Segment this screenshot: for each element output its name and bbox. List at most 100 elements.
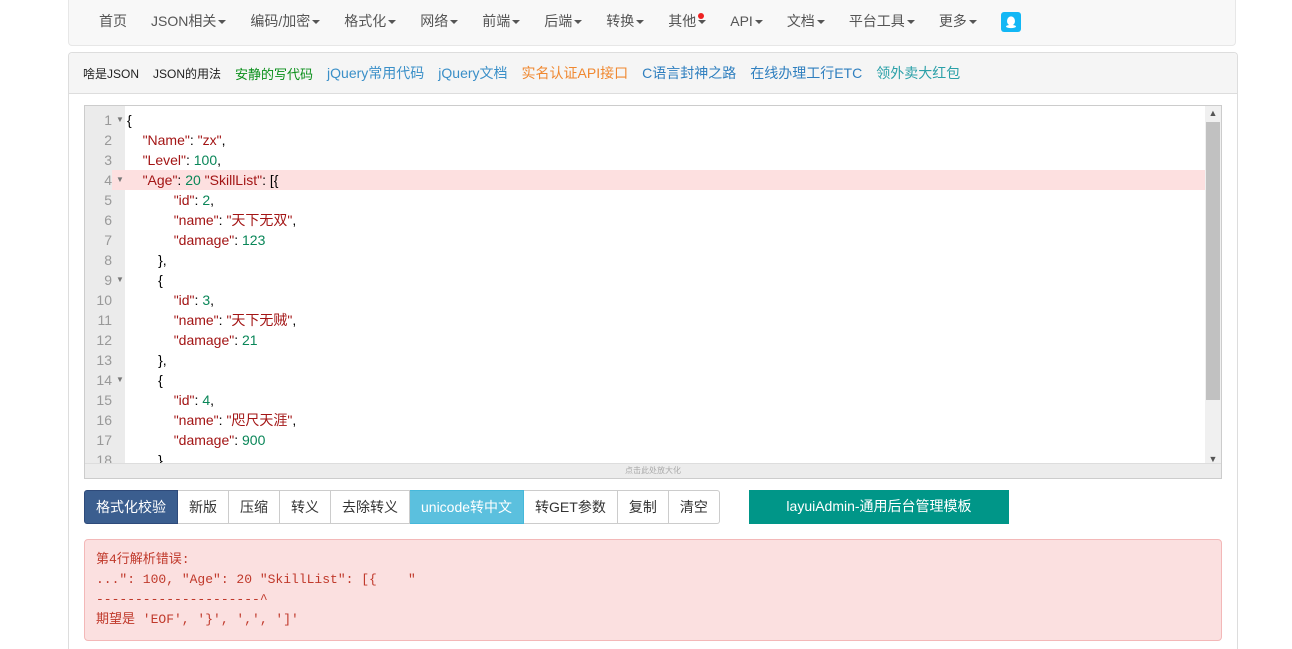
fold-arrow-icon[interactable]: ▼ (116, 170, 124, 190)
code-line[interactable]: 3 "Level": 100, (85, 150, 1205, 170)
line-number: 10 (96, 292, 112, 308)
quick-link-5[interactable]: 实名认证API接口 (522, 63, 629, 83)
line-number: 4 (85, 170, 112, 190)
code-line[interactable]: 10 "id": 3, (85, 290, 1205, 310)
quick-link-4[interactable]: jQuery文档 (438, 63, 507, 83)
error-line: 第4行解析错误: (96, 552, 190, 567)
quick-link-8[interactable]: 领外卖大红包 (876, 63, 960, 83)
qq-icon[interactable] (1000, 12, 1021, 33)
code-line[interactable]: 16 "name": "咫尺天涯", (85, 410, 1205, 430)
code-line[interactable]: 2 "Name": "zx", (85, 130, 1205, 150)
line-text: "damage": 123 (173, 232, 266, 248)
caret-down-icon (698, 20, 707, 25)
code-line-error[interactable]: 4 ▼ "Age": 20 "SkillList": [{ (85, 170, 1205, 190)
code-line[interactable]: 15 "id": 4, (85, 390, 1205, 410)
copy-button[interactable]: 复制 (617, 490, 669, 524)
nav-item-6[interactable]: 后端 (532, 0, 594, 44)
nav-item-8[interactable]: 其他 (656, 0, 718, 44)
line-number: 8 (104, 252, 112, 268)
nav-list: 首页 JSON相关 编码/加密 格式化 网络 前端 后端 转换 其他 API 文档 平台工具 更多 (87, 0, 1033, 44)
nav-item-5[interactable]: 前端 (470, 0, 532, 44)
nav-item-label: 网络 (420, 13, 449, 29)
to-get-params-button[interactable]: 转GET参数 (524, 490, 618, 524)
line-number: 17 (96, 432, 112, 448)
code-line[interactable]: 8 }, (85, 250, 1205, 270)
quick-link-2[interactable]: 安静的写代码 (235, 64, 313, 83)
quick-link-7[interactable]: 在线办理工行ETC (750, 63, 862, 83)
fold-arrow-icon[interactable]: ▼ (116, 270, 124, 290)
line-number: 1 (104, 112, 112, 128)
code-line[interactable]: 7 "damage": 123 (85, 230, 1205, 250)
line-number: 3 (104, 152, 112, 168)
line-number: 12 (96, 332, 112, 348)
quick-link-0[interactable]: 啥是JSON (83, 65, 139, 82)
editor-resize-bar[interactable]: 点击此处放大化 (85, 463, 1221, 478)
caret-down-icon (754, 20, 763, 25)
quick-link-3[interactable]: jQuery常用代码 (327, 63, 424, 83)
nav-item-label: 其他 (668, 13, 697, 29)
code-line[interactable]: 9 ▼ { (85, 270, 1205, 290)
nav-item-0[interactable]: 首页 (87, 0, 139, 44)
line-number: 2 (104, 132, 112, 148)
caret-down-icon (968, 20, 977, 25)
nav-item-12[interactable]: 更多 (927, 0, 989, 44)
code-line[interactable]: 17 "damage": 900 (85, 430, 1205, 450)
nav-item-label: 转换 (606, 13, 635, 29)
line-number: 14 (96, 372, 112, 388)
line-text: "id": 3, (173, 292, 214, 308)
clear-button[interactable]: 清空 (668, 490, 720, 524)
action-toolbar: 格式化校验 新版 压缩 转义 去除转义 unicode转中文 转GET参数 复制 清空 layui… (84, 490, 1009, 524)
scrollbar-thumb[interactable] (1206, 122, 1220, 400)
fold-arrow-icon[interactable]: ▼ (116, 370, 124, 390)
caret-down-icon (312, 20, 321, 25)
code-line[interactable]: 12 "damage": 21 (85, 330, 1205, 350)
line-text: "id": 4, (173, 392, 214, 408)
nav-item-label: 首页 (99, 13, 127, 29)
line-text: "Age": 20 "SkillList": [{ (142, 172, 279, 188)
nav-item-11[interactable]: 平台工具 (837, 0, 927, 44)
top-navbar: 首页 JSON相关 编码/加密 格式化 网络 前端 后端 转换 其他 API 文档 平台工具 更多 (68, 0, 1236, 46)
code-line[interactable]: 11 "name": "天下无贼", (85, 310, 1205, 330)
editor-code[interactable]: 1 ▼{2 "Name": "zx", 3 "Level": 100, 4 ▼ "Age… (85, 110, 1205, 470)
nav-item-10[interactable]: 文档 (775, 0, 837, 44)
error-line: 期望是 'EOF', '}', ',', ']' (96, 612, 299, 627)
nav-item-qq[interactable] (989, 0, 1033, 44)
unescape-button[interactable]: 去除转义 (331, 490, 410, 524)
json-editor[interactable]: 1 ▼{2 "Name": "zx", 3 "Level": 100, 4 ▼ "Age… (84, 105, 1222, 479)
line-text: { (127, 272, 163, 288)
code-line[interactable]: 1 ▼{ (85, 110, 1205, 130)
format-validate-button[interactable]: 格式化校验 (84, 490, 178, 524)
fold-arrow-icon[interactable]: ▼ (116, 110, 124, 130)
line-number: 6 (104, 212, 112, 228)
compress-button[interactable]: 压缩 (229, 490, 280, 524)
nav-item-1[interactable]: JSON相关 (139, 0, 238, 44)
line-number: 15 (96, 392, 112, 408)
scroll-up-icon[interactable]: ▲ (1205, 106, 1221, 120)
nav-item-7[interactable]: 转换 (594, 0, 656, 44)
line-number: 13 (96, 352, 112, 368)
nav-item-label: 前端 (482, 13, 511, 29)
code-line[interactable]: 13 }, (85, 350, 1205, 370)
nav-item-2[interactable]: 编码/加密 (238, 0, 332, 44)
code-line[interactable]: 14 ▼ { (85, 370, 1205, 390)
nav-item-4[interactable]: 网络 (408, 0, 470, 44)
code-line[interactable]: 6 "name": "天下无双", (85, 210, 1205, 230)
code-line[interactable]: 5 "id": 2, (85, 190, 1205, 210)
line-text: "name": "天下无双", (173, 212, 297, 228)
editor-vertical-scrollbar[interactable]: ▲ ▼ (1205, 106, 1221, 466)
nav-item-3[interactable]: 格式化 (332, 0, 408, 44)
line-text: "damage": 900 (173, 432, 266, 448)
layui-admin-button[interactable]: layuiAdmin-通用后台管理模板 (749, 490, 1009, 524)
line-text: "Name": "zx", (142, 132, 226, 148)
parse-error-box: 第4行解析错误: ...": 100, "Age": 20 "SkillList"… (84, 539, 1222, 641)
line-text: { (127, 112, 132, 128)
nav-item-9[interactable]: API (718, 0, 775, 44)
quick-link-1[interactable]: JSON的用法 (153, 65, 221, 82)
caret-down-icon (218, 20, 227, 25)
unicode-to-chinese-button[interactable]: unicode转中文 (410, 490, 525, 524)
quick-link-6[interactable]: C语言封神之路 (642, 63, 736, 83)
caret-down-icon (574, 20, 583, 25)
new-version-button[interactable]: 新版 (178, 490, 229, 524)
hot-badge-icon (698, 13, 705, 19)
escape-button[interactable]: 转义 (280, 490, 331, 524)
